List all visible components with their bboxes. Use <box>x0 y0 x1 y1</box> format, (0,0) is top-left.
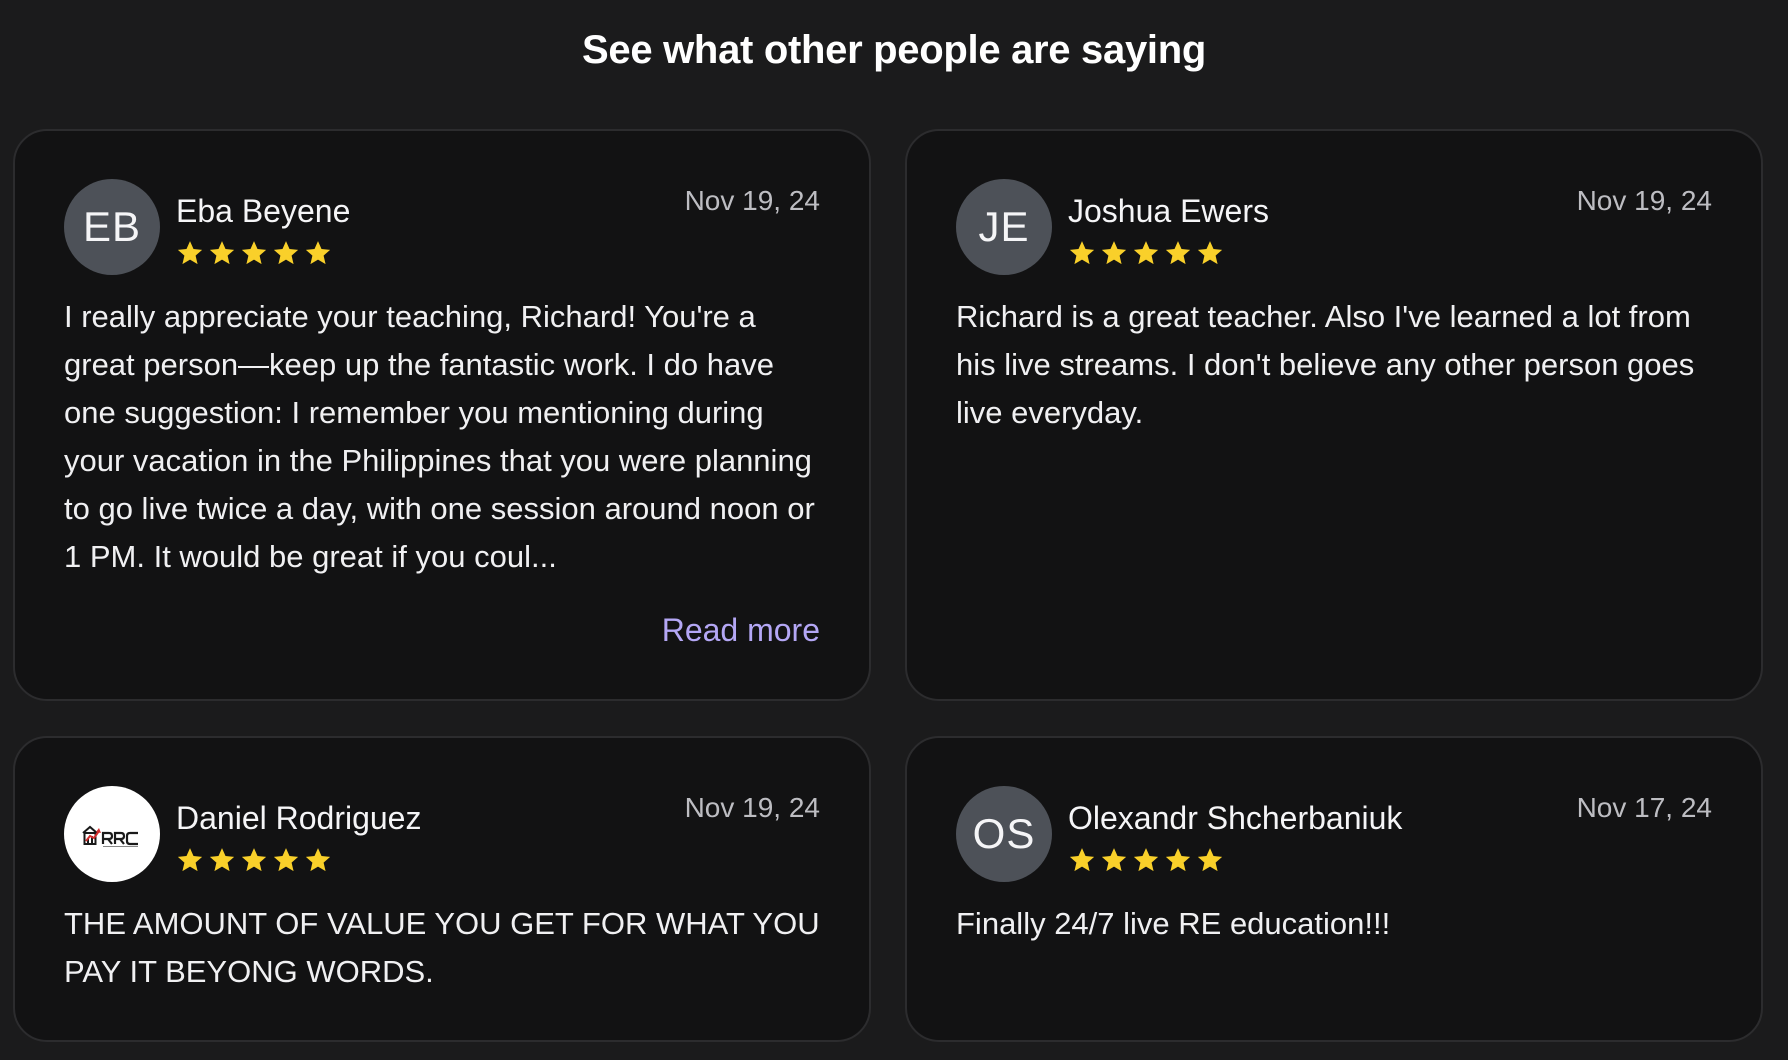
avatar: OS <box>956 786 1052 882</box>
star-rating <box>1068 846 1224 874</box>
star-icon <box>1101 241 1127 265</box>
review-text: I really appreciate your teaching, Richa… <box>64 299 815 574</box>
reviewer-name: Eba Beyene <box>176 193 351 229</box>
review-text: Finally 24/7 live RE education!!! <box>956 906 1391 941</box>
star-icon <box>177 241 203 265</box>
review-card: JE Joshua Ewers Nov 19, 24 Richard is a … <box>905 129 1763 701</box>
star-icon <box>1069 848 1095 872</box>
avatar-logo <box>64 786 160 882</box>
review-header: JE Joshua Ewers Nov 19, 24 <box>956 179 1712 275</box>
star-icon <box>1133 241 1159 265</box>
star-rating <box>176 846 332 874</box>
star-icon <box>273 848 299 872</box>
review-date: Nov 19, 24 <box>684 185 820 216</box>
star-rating <box>176 239 332 267</box>
review-text: THE AMOUNT OF VALUE YOU GET FOR WHAT YOU… <box>64 906 820 989</box>
reviewer-name: Joshua Ewers <box>1068 193 1269 229</box>
review-text: Richard is a great teacher. Also I've le… <box>956 299 1695 430</box>
avatar: EB <box>64 179 160 275</box>
review-date: Nov 19, 24 <box>1576 185 1712 216</box>
reviewer-name: Daniel Rodriguez <box>176 800 422 836</box>
star-icon <box>1069 241 1095 265</box>
star-icon <box>241 241 267 265</box>
star-icon <box>273 241 299 265</box>
review-card: OS Olexandr Shcherbaniuk Nov 17, 24 Fina… <box>905 736 1763 1042</box>
rrc-logo-icon <box>82 825 138 847</box>
review-date: Nov 17, 24 <box>1576 792 1712 823</box>
star-icon <box>305 241 331 265</box>
read-more-link[interactable]: Read more <box>662 612 820 649</box>
star-icon <box>1101 848 1127 872</box>
review-date: Nov 19, 24 <box>684 792 820 823</box>
review-card: EB Eba Beyene Nov 19, 24 I really apprec… <box>13 129 871 701</box>
reviews-grid: EB Eba Beyene Nov 19, 24 I really apprec… <box>13 129 1763 1042</box>
review-header: EB Eba Beyene Nov 19, 24 <box>64 179 820 275</box>
star-rating <box>1068 239 1224 267</box>
star-icon <box>241 848 267 872</box>
star-icon <box>209 848 235 872</box>
review-header: OS Olexandr Shcherbaniuk Nov 17, 24 <box>956 786 1712 882</box>
star-icon <box>1165 848 1191 872</box>
section-title: See what other people are saying <box>582 28 1206 72</box>
review-card: Daniel Rodriguez Nov 19, 24 THE AMOUNT O… <box>13 736 871 1042</box>
star-icon <box>1197 848 1223 872</box>
star-icon <box>305 848 331 872</box>
star-icon <box>1165 241 1191 265</box>
star-icon <box>1197 241 1223 265</box>
review-header: Daniel Rodriguez Nov 19, 24 <box>64 786 820 882</box>
star-icon <box>177 848 203 872</box>
star-icon <box>1133 848 1159 872</box>
reviewer-name: Olexandr Shcherbaniuk <box>1068 800 1403 836</box>
testimonials-section: See what other people are saying EB Eba … <box>0 0 1788 1060</box>
avatar: JE <box>956 179 1052 275</box>
star-icon <box>209 241 235 265</box>
